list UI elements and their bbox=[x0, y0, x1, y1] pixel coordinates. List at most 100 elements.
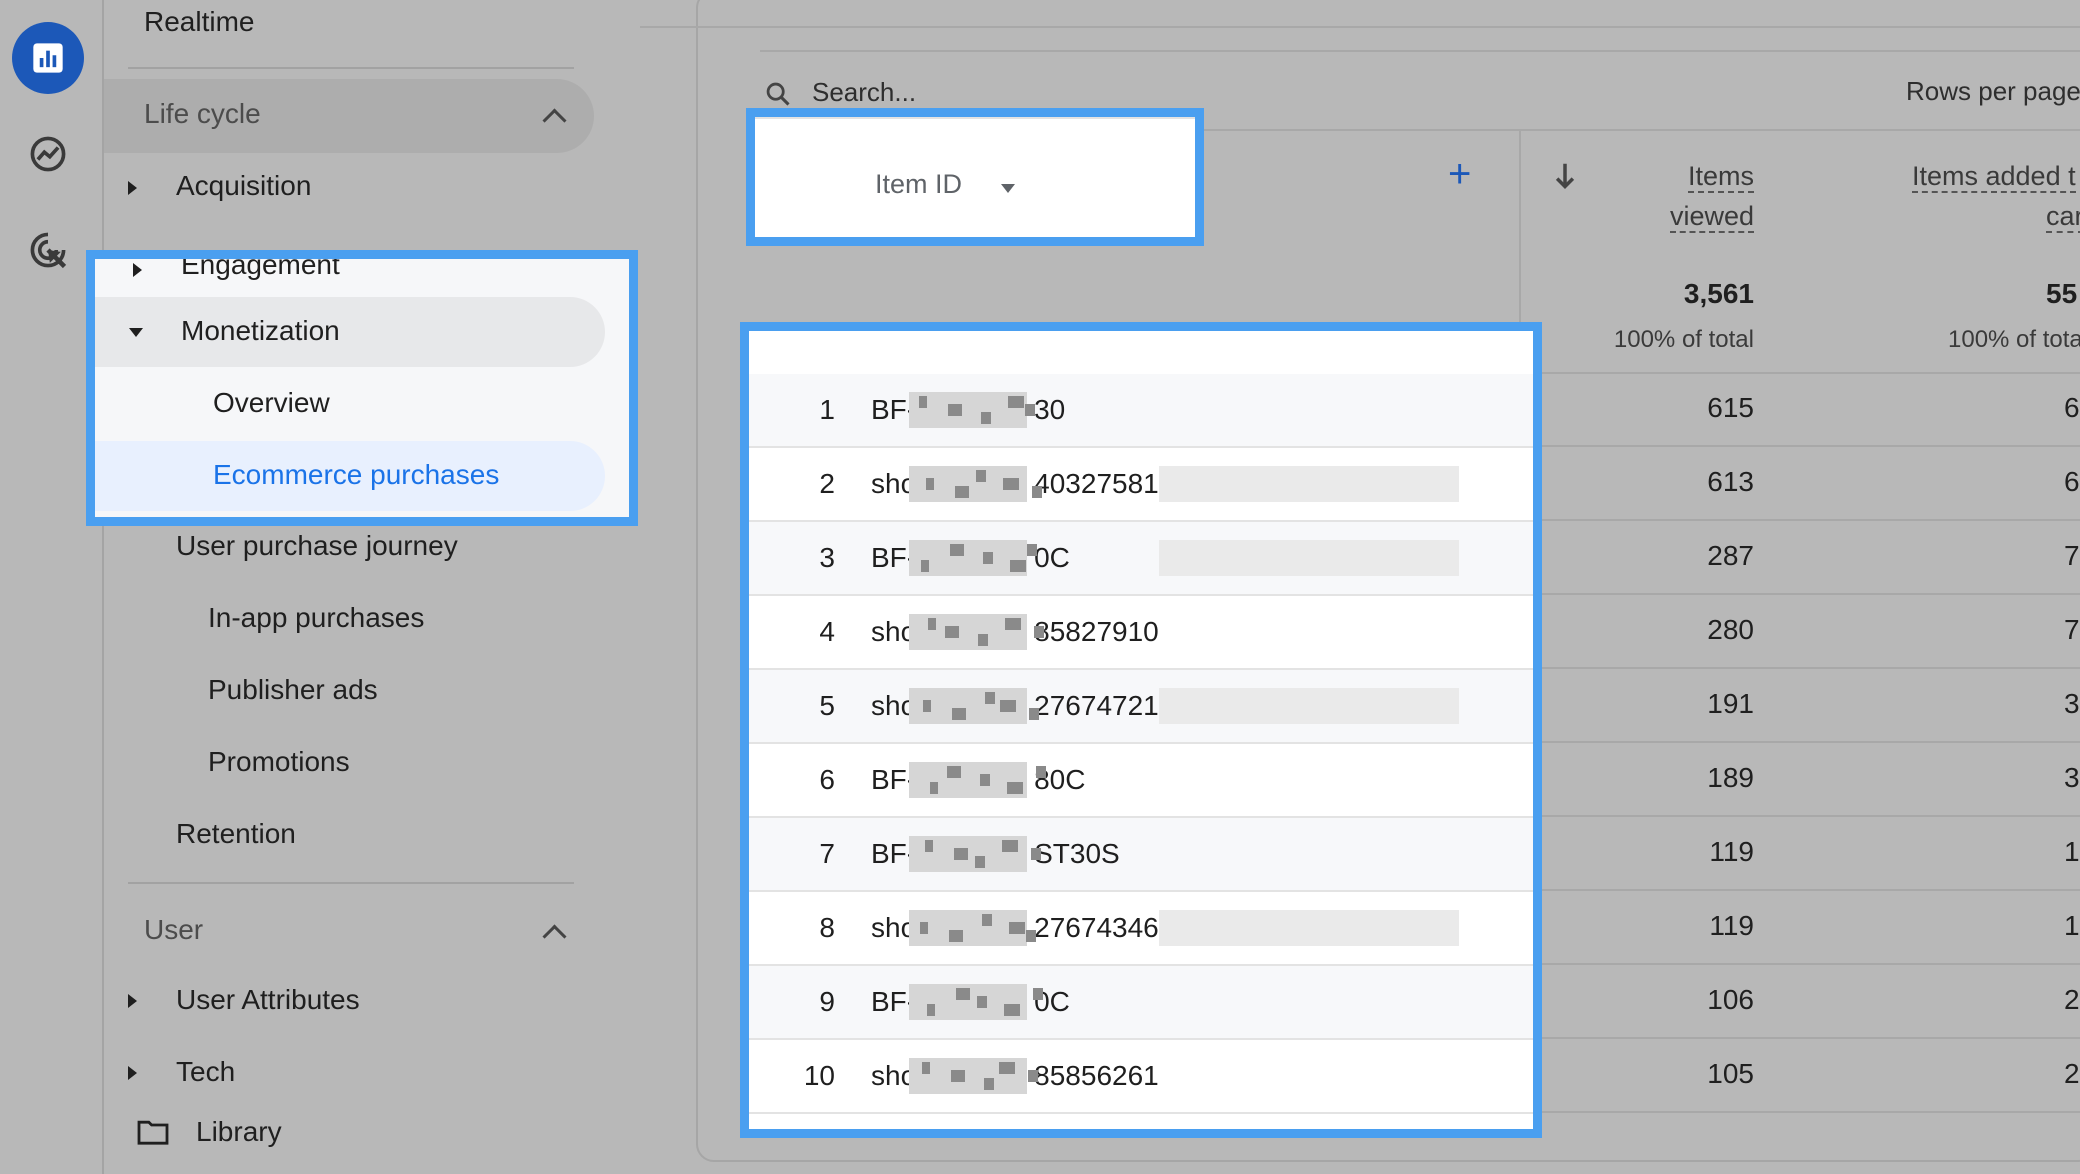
redaction-pixel bbox=[1000, 700, 1016, 712]
redaction-pixel bbox=[920, 922, 928, 934]
nav-engagement[interactable]: Engagement bbox=[181, 259, 340, 281]
nav-in-app-purchases[interactable]: In-app purchases bbox=[208, 602, 424, 634]
redaction-pixel bbox=[945, 626, 959, 638]
redaction-pixel bbox=[1005, 618, 1021, 630]
add-dimension-button[interactable]: + bbox=[1448, 154, 1471, 194]
report-navigation: Realtime Life cycle Acquisition User pur… bbox=[104, 0, 664, 1174]
nav-user-attributes[interactable]: User Attributes bbox=[176, 984, 360, 1016]
redaction-pixel bbox=[984, 1078, 994, 1090]
nav-promotions[interactable]: Promotions bbox=[208, 746, 350, 778]
cell-items-viewed: 105 bbox=[1707, 1058, 1754, 1089]
cell-items-added: 3 bbox=[2064, 762, 2080, 793]
table-row[interactable]: 10 sho 85856261 bbox=[749, 1040, 1533, 1114]
section-lifecycle-label: Life cycle bbox=[144, 98, 261, 129]
nav-tech[interactable]: Tech bbox=[176, 1056, 235, 1088]
total-items-added: 55 bbox=[2046, 278, 2078, 309]
monetization-highlight: Engagement Monetization Overview Ecommer… bbox=[86, 250, 638, 526]
total-items-viewed: 3,561 bbox=[1683, 278, 1754, 309]
table-row[interactable]: 4 sho 85827910 bbox=[749, 596, 1533, 670]
redaction-pixel bbox=[919, 396, 927, 408]
col-items-viewed-l1: Items bbox=[1687, 161, 1754, 193]
table-row[interactable]: 8 sho 27674346 bbox=[749, 892, 1533, 966]
redaction-pixel bbox=[983, 552, 993, 564]
item-id-suffix: 27674721 bbox=[1034, 690, 1159, 721]
nav-ecommerce-purchases[interactable]: Ecommerce purchases bbox=[213, 459, 499, 491]
nav-realtime[interactable]: Realtime bbox=[144, 6, 254, 38]
nav-overview[interactable]: Overview bbox=[213, 387, 330, 419]
section-user-label[interactable]: User bbox=[144, 914, 203, 946]
redaction-pixelation bbox=[1159, 910, 1459, 946]
col-items-viewed[interactable]: Items viewed bbox=[1560, 156, 1754, 236]
redaction-pixel bbox=[1036, 766, 1046, 778]
divider bbox=[1520, 741, 2080, 743]
divider bbox=[1520, 1111, 2080, 1113]
table-row[interactable]: 5 sho 27674721 bbox=[749, 670, 1533, 744]
table-row[interactable]: 2 sho 40327581 bbox=[749, 448, 1533, 522]
table-row[interactable]: 3 BF- 0C bbox=[749, 522, 1533, 596]
cell-items-viewed: 615 bbox=[1707, 392, 1754, 423]
expand-engagement-icon[interactable] bbox=[133, 263, 142, 277]
redaction-pixel bbox=[1008, 396, 1024, 408]
redaction-pixel bbox=[923, 700, 931, 712]
item-id-suffix: ST30S bbox=[1034, 838, 1120, 869]
row-index: 10 bbox=[803, 1060, 835, 1091]
redaction-pixel bbox=[955, 486, 969, 498]
collapse-monetization-icon[interactable] bbox=[129, 328, 143, 337]
advertising-icon bbox=[30, 232, 67, 269]
advertising-button[interactable] bbox=[12, 214, 84, 286]
expand-acquisition-icon[interactable] bbox=[128, 181, 137, 195]
redaction-pixel bbox=[956, 988, 970, 1000]
table-row[interactable]: 7 BF- ST30S bbox=[749, 818, 1533, 892]
dimension-header-highlight: Item ID bbox=[746, 108, 1204, 246]
table-row[interactable]: 9 BF- 0C bbox=[749, 966, 1533, 1040]
expand-tech-icon[interactable] bbox=[128, 1066, 137, 1080]
dimension-dropdown-icon[interactable] bbox=[1001, 184, 1015, 193]
redaction-pixel bbox=[977, 996, 987, 1008]
expand-user-attributes-icon[interactable] bbox=[128, 994, 137, 1008]
nav-user-purchase-journey[interactable]: User purchase journey bbox=[176, 530, 458, 562]
cell-items-viewed: 191 bbox=[1707, 688, 1754, 719]
pct-items-viewed: 100% of total bbox=[1613, 326, 1754, 353]
cell-items-added: 7 bbox=[2064, 614, 2080, 645]
nav-monetization[interactable]: Monetization bbox=[181, 315, 340, 347]
cell-items-added: 2 bbox=[2064, 984, 2080, 1015]
nav-divider bbox=[128, 882, 574, 884]
row-index: 2 bbox=[819, 468, 835, 499]
table-row[interactable]: 6 BF- 80C bbox=[749, 744, 1533, 818]
dimension-selector[interactable]: Item ID bbox=[875, 169, 962, 200]
item-id-suffix: 85856261 bbox=[1034, 1060, 1159, 1091]
row-index: 3 bbox=[819, 542, 835, 573]
redaction-pixelation bbox=[1159, 688, 1459, 724]
rows-highlight: 1 BF- 30 2 sho 40327581 3 BF- 0C 4 sho 85827910 5 sho… bbox=[740, 322, 1542, 1138]
divider bbox=[1520, 445, 2080, 447]
row-index: 9 bbox=[819, 986, 835, 1017]
nav-retention[interactable]: Retention bbox=[176, 818, 296, 850]
redaction-pixel bbox=[949, 930, 963, 942]
redaction-pixel bbox=[948, 404, 962, 416]
cell-items-viewed: 119 bbox=[1709, 836, 1754, 867]
nav-publisher-ads[interactable]: Publisher ads bbox=[208, 674, 378, 706]
divider bbox=[1520, 889, 2080, 891]
redaction-pixel bbox=[1026, 930, 1036, 942]
redaction-pixel bbox=[1027, 544, 1037, 556]
redaction-pixel bbox=[1004, 1004, 1020, 1016]
search-input[interactable] bbox=[812, 72, 1212, 112]
row-index: 5 bbox=[819, 690, 835, 721]
reports-button[interactable] bbox=[12, 22, 84, 94]
col-items-added-to-cart[interactable]: Items added t car bbox=[1860, 156, 2080, 236]
chevron-up-icon[interactable] bbox=[542, 924, 567, 949]
nav-library[interactable]: Library bbox=[196, 1116, 282, 1148]
table-row[interactable]: 1 BF- 30 bbox=[749, 374, 1533, 448]
nav-acquisition[interactable]: Acquisition bbox=[176, 170, 311, 202]
row-index: 6 bbox=[819, 764, 835, 795]
cell-items-viewed: 189 bbox=[1707, 762, 1754, 793]
redaction-pixel bbox=[1007, 782, 1023, 794]
cell-items-added: 2 bbox=[2064, 1058, 2080, 1089]
row-index: 7 bbox=[819, 838, 835, 869]
explore-button[interactable] bbox=[12, 118, 84, 190]
item-id-suffix: 85827910 bbox=[1034, 616, 1159, 647]
redaction-pixel bbox=[976, 470, 986, 482]
cell-items-added: 1 bbox=[2064, 836, 2080, 867]
redaction-pixel bbox=[928, 618, 936, 630]
redaction-pixel bbox=[947, 766, 961, 778]
